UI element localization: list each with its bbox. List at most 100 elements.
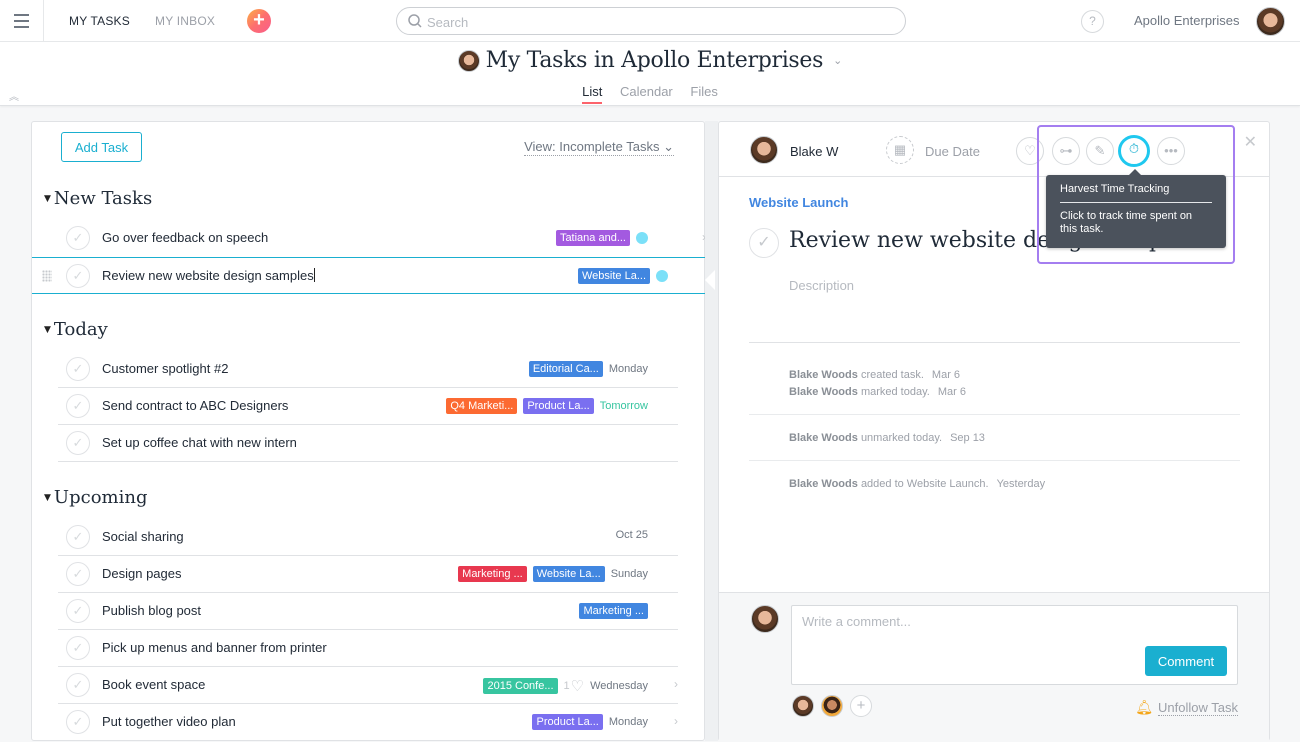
caret-down-icon: ▼ — [44, 193, 51, 204]
complete-checkbox[interactable]: ✓ — [66, 562, 90, 586]
view-filter-dropdown[interactable]: View: Incomplete Tasks ⌄ — [524, 139, 674, 156]
task-row[interactable]: ✓ Pick up menus and banner from printer — [58, 630, 678, 667]
plus-icon: + — [253, 9, 265, 31]
task-name[interactable]: Set up coffee chat with new intern — [102, 435, 297, 450]
tab-files[interactable]: Files — [690, 84, 717, 104]
new-indicator-dot — [656, 270, 668, 282]
task-name[interactable]: Go over feedback on speech — [102, 230, 268, 245]
calendar-icon[interactable]: ▦ — [886, 136, 914, 164]
complete-checkbox[interactable]: ✓ — [66, 431, 90, 455]
task-name[interactable]: Put together video plan — [102, 714, 236, 729]
unfollow-label: Unfollow Task — [1158, 699, 1238, 716]
follower-avatar[interactable] — [821, 695, 843, 717]
story-group: Blake Woods added to Website Launch. Yest… — [749, 476, 1240, 493]
due-date: Oct 25 — [615, 529, 648, 541]
stopwatch-icon[interactable]: ⏱ — [1118, 135, 1150, 167]
complete-checkbox[interactable]: ✓ — [66, 525, 90, 549]
task-name[interactable]: Publish blog post — [102, 603, 201, 618]
project-tag[interactable]: Tatiana and... — [555, 230, 630, 246]
task-row[interactable]: ✓ Set up coffee chat with new intern — [58, 425, 678, 462]
comment-button[interactable]: Comment — [1145, 646, 1227, 676]
task-row[interactable]: ✓ Book event space 2015 Confe... 1 ♡ Wednesda… — [58, 667, 678, 704]
chevron-down-icon[interactable]: ⌄ — [833, 54, 842, 67]
search-bar[interactable] — [396, 7, 906, 35]
task-row[interactable]: ✓ Review new website design samples Websit… — [32, 257, 705, 294]
add-task-button[interactable]: Add Task — [61, 132, 142, 162]
nav-my-tasks[interactable]: MY TASKS — [69, 14, 130, 28]
task-meta: Oct 25 — [616, 529, 648, 541]
attachment-icon[interactable]: ✎ — [1086, 137, 1114, 165]
help-button[interactable]: ? — [1081, 10, 1104, 33]
project-tag[interactable]: Marketing ... — [458, 566, 527, 582]
project-tag[interactable]: Product La... — [523, 398, 594, 414]
task-row[interactable]: ✓ Design pages Marketing ... Website La... S… — [58, 556, 678, 593]
project-tag[interactable]: Website La... — [578, 268, 650, 284]
tab-list[interactable]: List — [582, 84, 603, 104]
section-header[interactable]: ▼ Upcoming — [44, 487, 147, 508]
task-name[interactable]: Book event space — [102, 677, 205, 692]
more-icon[interactable]: ••• — [1157, 137, 1185, 165]
comment-area: Comment + 🔔︎ Unfollow Task — [719, 592, 1269, 742]
chevron-right-icon[interactable]: › — [674, 677, 678, 691]
complete-checkbox[interactable]: ✓ — [66, 636, 90, 660]
add-follower-button[interactable]: + — [850, 695, 872, 717]
task-name[interactable]: Social sharing — [102, 529, 184, 544]
subtasks-icon[interactable]: ⊶ — [1052, 137, 1080, 165]
chevron-right-icon[interactable]: › — [674, 714, 678, 728]
project-link[interactable]: Website Launch — [749, 195, 848, 210]
complete-checkbox[interactable]: ✓ — [66, 357, 90, 381]
assignee-name[interactable]: Blake W — [790, 144, 838, 159]
section-header[interactable]: ▼ Today — [44, 319, 108, 340]
task-row[interactable]: ✓ Publish blog post Marketing ... — [58, 593, 678, 630]
task-row[interactable]: ✓ Social sharing Oct 25 — [58, 519, 678, 556]
search-input[interactable] — [427, 12, 887, 32]
like-count[interactable]: 1 ♡ — [564, 677, 585, 695]
complete-checkbox[interactable]: ✓ — [66, 264, 90, 288]
task-name[interactable]: Design pages — [102, 566, 182, 581]
quick-add-button[interactable]: + — [247, 9, 271, 33]
complete-checkbox[interactable]: ✓ — [66, 599, 90, 623]
comment-input[interactable] — [802, 614, 1222, 640]
text-cursor — [313, 268, 315, 282]
project-tag[interactable]: 2015 Confe... — [483, 678, 558, 694]
assignee-avatar[interactable] — [750, 136, 778, 164]
complete-task-checkbox[interactable]: ✓ — [749, 228, 779, 258]
complete-checkbox[interactable]: ✓ — [66, 673, 90, 697]
user-avatar[interactable] — [1256, 7, 1285, 36]
view-filter-label: View: Incomplete Tasks — [524, 139, 660, 154]
project-tag[interactable]: Editorial Ca... — [528, 361, 603, 377]
project-tag[interactable]: Q4 Marketi... — [446, 398, 518, 414]
task-row[interactable]: ✓ Put together video plan Product La... Mon… — [58, 704, 678, 741]
task-meta: 2015 Confe... 1 ♡ Wednesday — [483, 677, 648, 695]
unfollow-task-button[interactable]: 🔔︎ Unfollow Task — [1135, 699, 1238, 716]
task-name[interactable]: Review new website design samples — [102, 268, 315, 283]
nav-my-inbox[interactable]: MY INBOX — [155, 14, 215, 28]
task-name[interactable]: Pick up menus and banner from printer — [102, 640, 327, 655]
follower-avatar[interactable] — [792, 695, 814, 717]
project-tag[interactable]: Website La... — [532, 566, 605, 582]
task-row[interactable]: ✓ Customer spotlight #2 Editorial Ca... Mon… — [58, 351, 678, 388]
organization-switcher[interactable]: Apollo Enterprises — [1134, 13, 1240, 28]
section-header[interactable]: ▼ New Tasks — [44, 188, 152, 209]
drag-handle-icon[interactable] — [42, 270, 52, 282]
complete-checkbox[interactable]: ✓ — [66, 394, 90, 418]
task-name[interactable]: Customer spotlight #2 — [102, 361, 228, 376]
story-group: Blake Woods created task. Mar 6 Blake Woo… — [749, 367, 1240, 401]
task-row[interactable]: ✓ Go over feedback on speech Tatiana and..… — [58, 220, 706, 257]
tab-calendar[interactable]: Calendar — [620, 84, 673, 104]
description-field[interactable]: Description — [789, 278, 854, 293]
hamburger-icon — [14, 12, 29, 30]
commenter-avatar — [751, 605, 779, 633]
complete-checkbox[interactable]: ✓ — [66, 226, 90, 250]
menu-button[interactable] — [0, 0, 44, 42]
story-item: Blake Woods marked today. Mar 6 — [789, 386, 966, 398]
task-row[interactable]: ✓ Send contract to ABC Designers Q4 Market… — [58, 388, 678, 425]
task-name[interactable]: Send contract to ABC Designers — [102, 398, 288, 413]
complete-checkbox[interactable]: ✓ — [66, 710, 90, 734]
heart-icon[interactable]: ♡ — [1016, 137, 1044, 165]
task-list-panel: Add Task View: Incomplete Tasks ⌄ ▼ New T… — [31, 121, 706, 741]
story-item: Blake Woods created task. Mar 6 — [789, 369, 961, 381]
due-date-button[interactable]: Due Date — [925, 144, 980, 159]
project-tag[interactable]: Marketing ... — [579, 603, 648, 619]
close-icon[interactable]: ✕ — [1244, 132, 1257, 152]
